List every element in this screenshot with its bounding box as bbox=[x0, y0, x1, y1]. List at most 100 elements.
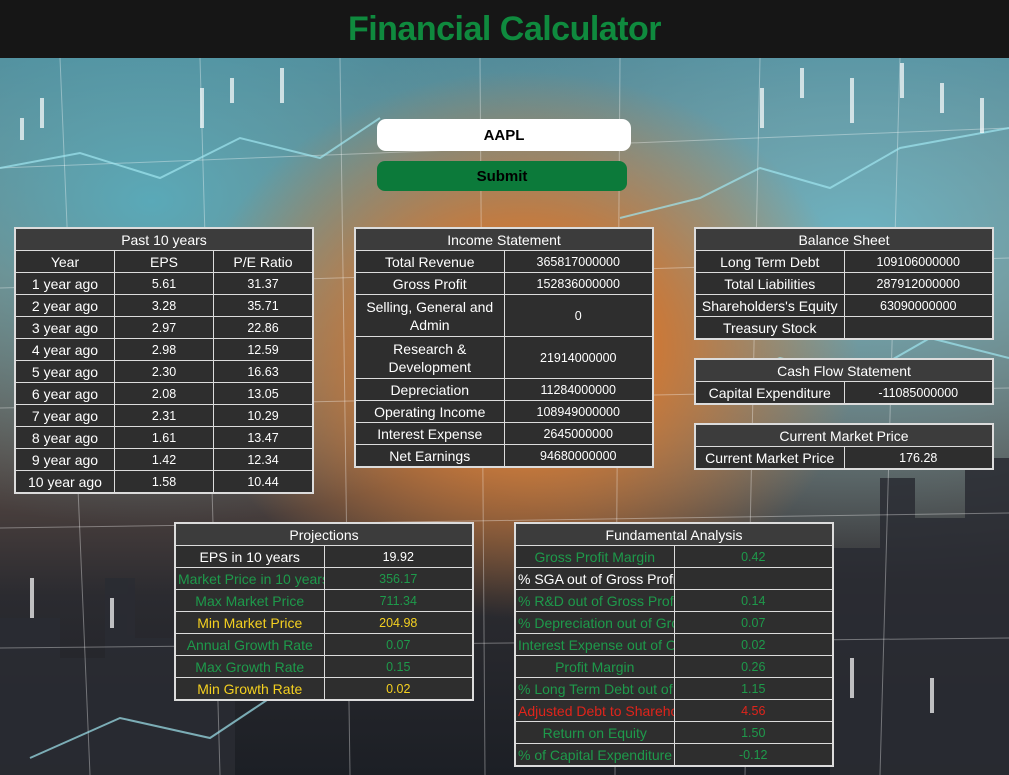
ticker-input[interactable] bbox=[377, 119, 631, 151]
eps-value: 3.28 bbox=[114, 294, 214, 317]
year-label: 6 year ago bbox=[15, 382, 115, 405]
pe-ratio-value: 13.05 bbox=[213, 382, 313, 405]
row-label: Treasury Stock bbox=[695, 316, 845, 339]
panel-title: Fundamental Analysis bbox=[515, 523, 833, 546]
eps-value: 1.42 bbox=[114, 448, 214, 471]
column-header: Year bbox=[15, 250, 115, 273]
pe-ratio-value: 13.47 bbox=[213, 426, 313, 449]
year-label: 10 year ago bbox=[15, 470, 115, 493]
eps-value: 5.61 bbox=[114, 272, 214, 295]
row-value: 176.28 bbox=[843, 446, 993, 469]
row-label: Long Term Debt bbox=[695, 250, 845, 273]
market-price-table: Current Market Price Current Market Pric… bbox=[695, 424, 993, 469]
row-label: Shareholders's Equity bbox=[695, 294, 845, 317]
table-row: Treasury Stock bbox=[695, 316, 993, 339]
table-row: Annual Growth Rate 0.07 bbox=[175, 633, 473, 656]
year-label: 5 year ago bbox=[15, 360, 115, 383]
row-label: Total Revenue bbox=[355, 250, 505, 273]
table-row: Gross Profit Margin 0.42 bbox=[515, 545, 833, 568]
row-label: Adjusted Debt to Shareholder Equity Rati… bbox=[515, 699, 675, 722]
projections-table: Projections EPS in 10 years 19.92 Market P… bbox=[175, 523, 473, 700]
row-value: 356.17 bbox=[323, 567, 473, 590]
table-row: 10 year ago 1.58 10.44 bbox=[15, 470, 313, 493]
row-value: 0.42 bbox=[673, 545, 833, 568]
row-label: Annual Growth Rate bbox=[175, 633, 325, 656]
row-value: 11284000000 bbox=[503, 378, 653, 401]
income-rows: Total Revenue 365817000000 Gross Profit 152… bbox=[355, 250, 653, 467]
table-row: % R&D out of Gross Profit 0.14 bbox=[515, 589, 833, 612]
table-row: Gross Profit 152836000000 bbox=[355, 272, 653, 295]
panel-title: Income Statement bbox=[355, 228, 653, 251]
row-value: 21914000000 bbox=[503, 336, 653, 379]
row-label: Min Growth Rate bbox=[175, 677, 325, 700]
row-value bbox=[673, 567, 833, 590]
row-value: 152836000000 bbox=[503, 272, 653, 295]
panel-title: Balance Sheet bbox=[695, 228, 993, 251]
eps-value: 1.61 bbox=[114, 426, 214, 449]
row-value: 1.15 bbox=[673, 677, 833, 700]
table-row: 7 year ago 2.31 10.29 bbox=[15, 404, 313, 427]
table-row: Max Growth Rate 0.15 bbox=[175, 655, 473, 678]
row-value: 4.56 bbox=[673, 699, 833, 722]
row-label: Research & Development bbox=[355, 336, 505, 379]
row-label: Market Price in 10 years bbox=[175, 567, 325, 590]
row-label: Depreciation bbox=[355, 378, 505, 401]
table-row: % SGA out of Gross Profit bbox=[515, 567, 833, 590]
year-label: 1 year ago bbox=[15, 272, 115, 295]
pe-ratio-value: 16.63 bbox=[213, 360, 313, 383]
balance-sheet-table: Balance Sheet Long Term Debt 109106000000… bbox=[695, 228, 993, 339]
past-10-years-table: Past 10 years Year EPS P/E Ratio 1 year … bbox=[15, 228, 313, 493]
table-row: 3 year ago 2.97 22.86 bbox=[15, 316, 313, 339]
table-row: Min Growth Rate 0.02 bbox=[175, 677, 473, 700]
app-header: Financial Calculator bbox=[0, 0, 1009, 58]
row-value: 63090000000 bbox=[843, 294, 993, 317]
projection-rows: EPS in 10 years 19.92 Market Price in 10 y… bbox=[175, 545, 473, 700]
row-value: 0.14 bbox=[673, 589, 833, 612]
row-value: 711.34 bbox=[323, 589, 473, 612]
table-row: Profit Margin 0.26 bbox=[515, 655, 833, 678]
table-row: 6 year ago 2.08 13.05 bbox=[15, 382, 313, 405]
cash-flow-panel: Cash Flow Statement Capital Expenditure -… bbox=[694, 358, 994, 405]
year-label: 8 year ago bbox=[15, 426, 115, 449]
fundamental-rows: Gross Profit Margin 0.42% SGA out of Gros… bbox=[515, 545, 833, 766]
row-label: Max Market Price bbox=[175, 589, 325, 612]
table-row: Max Market Price 711.34 bbox=[175, 589, 473, 612]
pe-ratio-value: 10.29 bbox=[213, 404, 313, 427]
table-row: Interest Expense out of Operating Income… bbox=[515, 633, 833, 656]
pe-ratio-value: 22.86 bbox=[213, 316, 313, 339]
row-value: 0 bbox=[503, 294, 653, 337]
past-rows: 1 year ago 5.61 31.37 2 year ago 3.28 35.71 3 … bbox=[15, 272, 313, 493]
row-value: 0.26 bbox=[673, 655, 833, 678]
pe-ratio-value: 10.44 bbox=[213, 470, 313, 493]
balance-sheet-panel: Balance Sheet Long Term Debt 109106000000… bbox=[694, 227, 994, 340]
row-value: 287912000000 bbox=[843, 272, 993, 295]
row-value: 1.50 bbox=[673, 721, 833, 744]
row-value: -0.12 bbox=[673, 743, 833, 766]
projections-panel: Projections EPS in 10 years 19.92 Market P… bbox=[174, 522, 474, 701]
table-row: Research & Development 21914000000 bbox=[355, 336, 653, 379]
past-10-years-panel: Past 10 years Year EPS P/E Ratio 1 year … bbox=[14, 227, 314, 494]
row-label: EPS in 10 years bbox=[175, 545, 325, 568]
row-label: Selling, General and Admin bbox=[355, 294, 505, 337]
row-label: Profit Margin bbox=[515, 655, 675, 678]
table-row: Shareholders's Equity 63090000000 bbox=[695, 294, 993, 317]
submit-button[interactable]: Submit bbox=[377, 161, 627, 191]
row-label: Return on Equity bbox=[515, 721, 675, 744]
row-label: Gross Profit bbox=[355, 272, 505, 295]
table-row: 5 year ago 2.30 16.63 bbox=[15, 360, 313, 383]
pe-ratio-value: 12.59 bbox=[213, 338, 313, 361]
panel-title: Cash Flow Statement bbox=[695, 359, 993, 382]
market-price-panel: Current Market Price Current Market Pric… bbox=[694, 423, 994, 470]
row-label: Interest Expense bbox=[355, 422, 505, 445]
table-row: Net Earnings 94680000000 bbox=[355, 444, 653, 467]
eps-value: 2.08 bbox=[114, 382, 214, 405]
row-label: Capital Expenditure bbox=[695, 381, 845, 404]
row-label: % Depreciation out of Gross Profit bbox=[515, 611, 675, 634]
income-statement-panel: Income Statement Total Revenue 3658170000… bbox=[354, 227, 654, 468]
row-value: 0.15 bbox=[323, 655, 473, 678]
year-label: 7 year ago bbox=[15, 404, 115, 427]
row-label: Interest Expense out of Operating Income bbox=[515, 633, 675, 656]
row-value: 0.02 bbox=[673, 633, 833, 656]
eps-value: 2.97 bbox=[114, 316, 214, 339]
row-label: Total Liabilities bbox=[695, 272, 845, 295]
